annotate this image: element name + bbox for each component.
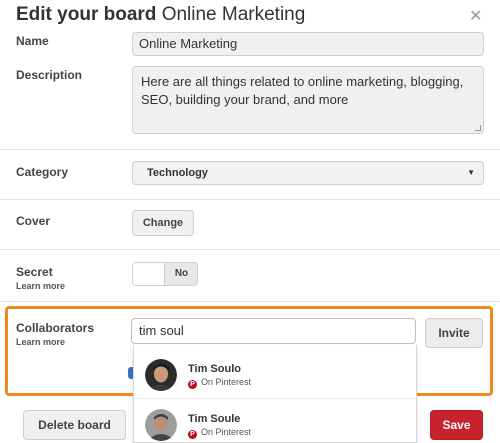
cover-label: Cover: [16, 214, 51, 228]
description-field[interactable]: Here are all things related to online ma…: [132, 66, 484, 134]
resize-handle-icon[interactable]: [475, 125, 481, 131]
avatar: [145, 359, 177, 391]
suggestion-source: P On Pinterest: [188, 427, 251, 439]
chevron-down-icon: ▼: [467, 168, 475, 177]
divider: [0, 249, 500, 250]
collaborator-suggestions-dropdown: Tim Soulo P On Pinterest Tim Soule P On Pi…: [133, 345, 417, 443]
suggestion-source-text: On Pinterest: [201, 377, 252, 387]
suggestion-source: P On Pinterest: [188, 377, 251, 389]
collaborators-label: Collaborators: [16, 321, 95, 335]
pinterest-icon: P: [188, 380, 197, 389]
delete-board-button[interactable]: Delete board: [23, 410, 126, 440]
suggestion-item[interactable]: Tim Soulo P On Pinterest: [134, 353, 416, 399]
modal-title-prefix: Edit your board: [16, 4, 157, 25]
divider: [0, 149, 500, 150]
secret-learn-more-link[interactable]: Learn more: [16, 281, 65, 291]
collaborator-search-input[interactable]: tim soul: [131, 318, 416, 344]
change-cover-button[interactable]: Change: [132, 210, 194, 236]
secret-label: Secret: [16, 265, 53, 279]
name-label: Name: [16, 34, 49, 48]
suggestion-name: Tim Soule: [188, 413, 241, 425]
invite-button[interactable]: Invite: [425, 318, 483, 348]
modal-title-board: Online Marketing: [161, 4, 306, 25]
description-text: Here are all things related to online ma…: [141, 74, 464, 107]
secret-toggle[interactable]: No: [132, 262, 198, 286]
description-label: Description: [16, 68, 83, 82]
category-label: Category: [16, 165, 69, 179]
suggestion-source-text: On Pinterest: [201, 427, 252, 437]
collaborators-learn-more-link[interactable]: Learn more: [16, 337, 65, 347]
avatar: [145, 409, 177, 441]
name-field[interactable]: Online Marketing: [132, 32, 484, 56]
divider: [0, 301, 500, 302]
toggle-state-label: No: [174, 268, 189, 279]
category-selected-value: Technology: [147, 167, 208, 179]
divider: [134, 398, 416, 399]
category-select[interactable]: Technology ▼: [132, 161, 484, 185]
divider: [0, 199, 500, 200]
close-icon[interactable]: ✕: [469, 6, 482, 25]
suggestion-name: Tim Soulo: [188, 363, 241, 375]
modal-title: Edit your board Online Marketing: [16, 4, 305, 26]
pinterest-icon: P: [188, 430, 197, 439]
suggestion-item[interactable]: Tim Soule P On Pinterest: [134, 403, 416, 443]
save-button[interactable]: Save: [430, 410, 483, 440]
toggle-knob: [133, 263, 165, 285]
